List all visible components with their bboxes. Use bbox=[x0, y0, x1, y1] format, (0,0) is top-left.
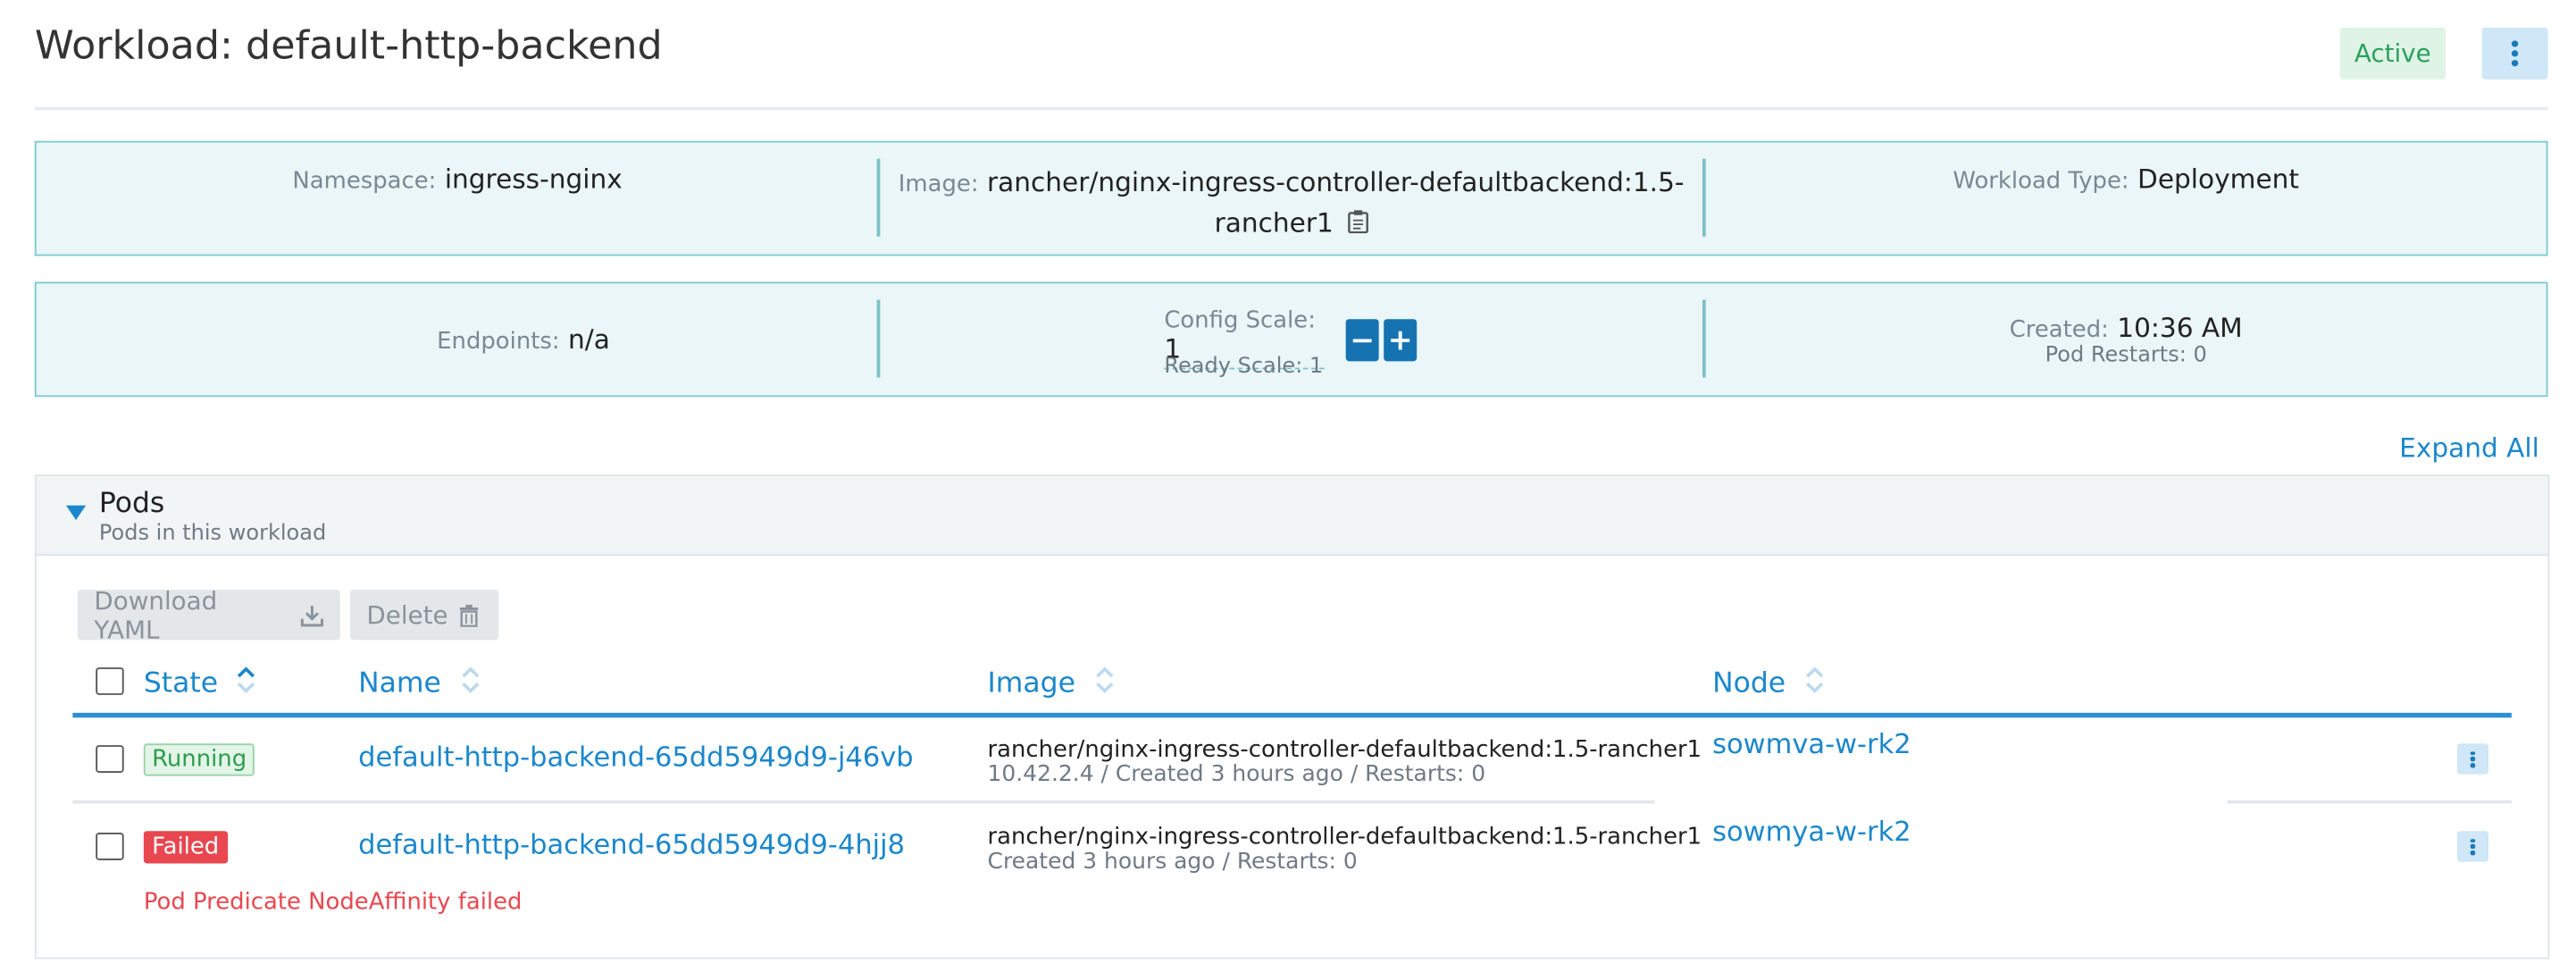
kebab-icon bbox=[2471, 838, 2476, 855]
pods-subtitle: Pods in this workload bbox=[98, 521, 327, 547]
state-cell: Failed bbox=[143, 829, 228, 864]
table-header-divider bbox=[72, 712, 2512, 718]
pod-detail: 10.42.2.4 / Created 3 hours ago / Restar… bbox=[987, 761, 1486, 788]
pod-name-link[interactable]: default-http-backend-65dd5949d9-4hjj8 bbox=[358, 829, 905, 859]
status-badge: Running bbox=[143, 743, 255, 776]
column-state[interactable]: State bbox=[144, 666, 256, 701]
sort-asc-icon bbox=[237, 666, 256, 701]
pods-title: Pods bbox=[98, 487, 165, 521]
column-image[interactable]: Image bbox=[988, 666, 1115, 701]
column-node[interactable]: Node bbox=[1712, 666, 1824, 701]
actions-menu-button[interactable] bbox=[2481, 27, 2548, 80]
pod-image: rancher/nginx-ingress-controller-default… bbox=[987, 824, 1702, 850]
pod-image: rancher/nginx-ingress-controller-default… bbox=[987, 737, 1702, 764]
collapse-caret-icon[interactable] bbox=[65, 505, 87, 521]
page-title: Workload: default-http-backend bbox=[34, 22, 663, 69]
pods-panel-header[interactable]: Pods Pods in this workload bbox=[36, 476, 2548, 556]
image-field: Image: rancher/nginx-ingress-controller-… bbox=[880, 163, 1702, 243]
namespace-field: Namespace: ingress-nginx bbox=[292, 163, 623, 195]
pods-panel: Pods Pods in this workload Download YAML… bbox=[34, 474, 2550, 959]
state-cell: Running bbox=[143, 742, 255, 776]
expand-all-link[interactable]: Expand All bbox=[2399, 432, 2539, 463]
node-link[interactable]: sowmva-w-rk2 bbox=[1712, 729, 1911, 759]
pod-error-message: Pod Predicate NodeAffinity failed bbox=[143, 889, 523, 916]
pod-detail: Created 3 hours ago / Restarts: 0 bbox=[987, 849, 1358, 876]
scale-info-box: Endpoints: n/a Config Scale: 1 Ready Sca… bbox=[34, 281, 2548, 398]
created-field: Created: 10:36 AM bbox=[2009, 312, 2243, 344]
header-divider bbox=[34, 106, 2548, 111]
endpoints-field: Endpoints: n/a bbox=[437, 323, 610, 356]
row-checkbox[interactable] bbox=[96, 745, 124, 773]
row-checkbox[interactable] bbox=[96, 833, 124, 860]
row-actions-button[interactable] bbox=[2456, 831, 2488, 862]
image-value: rancher/nginx-ingress-controller-default… bbox=[986, 166, 1685, 198]
status-badge: Failed bbox=[143, 831, 228, 864]
divider bbox=[876, 299, 881, 378]
workload-type-value: Deployment bbox=[2137, 163, 2299, 195]
row-divider bbox=[2227, 800, 2512, 804]
row-divider bbox=[72, 800, 1655, 804]
row-actions-button[interactable] bbox=[2456, 743, 2488, 775]
status-badge: Active bbox=[2339, 27, 2446, 80]
node-link[interactable]: sowmya-w-rk2 bbox=[1712, 817, 1911, 847]
table-row: Running default-http-backend-65dd5949d9-… bbox=[37, 719, 2548, 803]
delete-button[interactable]: Delete bbox=[349, 590, 499, 641]
endpoints-value: n/a bbox=[568, 323, 610, 356]
download-icon bbox=[300, 603, 323, 626]
workload-info-box: Namespace: ingress-nginx Image: rancher/… bbox=[34, 140, 2548, 256]
column-name[interactable]: Name bbox=[358, 666, 480, 701]
ready-scale: Ready Scale: 1 bbox=[1164, 355, 1324, 380]
sort-icon bbox=[1094, 666, 1114, 701]
pod-name-link[interactable]: default-http-backend-65dd5949d9-j46vb bbox=[358, 742, 913, 772]
kebab-icon bbox=[2511, 40, 2519, 67]
scale-up-button[interactable]: + bbox=[1384, 319, 1418, 362]
table-row: Failed default-http-backend-65dd5949d9-4… bbox=[37, 807, 2548, 936]
sort-icon bbox=[1804, 666, 1824, 701]
trash-icon bbox=[459, 603, 479, 626]
created-value: 10:36 AM bbox=[2117, 312, 2243, 344]
kebab-icon bbox=[2471, 750, 2476, 767]
workload-type-field: Workload Type: Deployment bbox=[1953, 163, 2299, 195]
pod-restarts: Pod Restarts: 0 bbox=[2045, 343, 2207, 368]
sort-icon bbox=[460, 666, 480, 701]
copy-icon[interactable] bbox=[1347, 205, 1368, 243]
scale-down-button[interactable]: − bbox=[1345, 319, 1379, 362]
select-all-checkbox[interactable] bbox=[96, 667, 124, 695]
download-yaml-button[interactable]: Download YAML bbox=[77, 586, 340, 644]
namespace-value: ingress-nginx bbox=[444, 163, 623, 195]
